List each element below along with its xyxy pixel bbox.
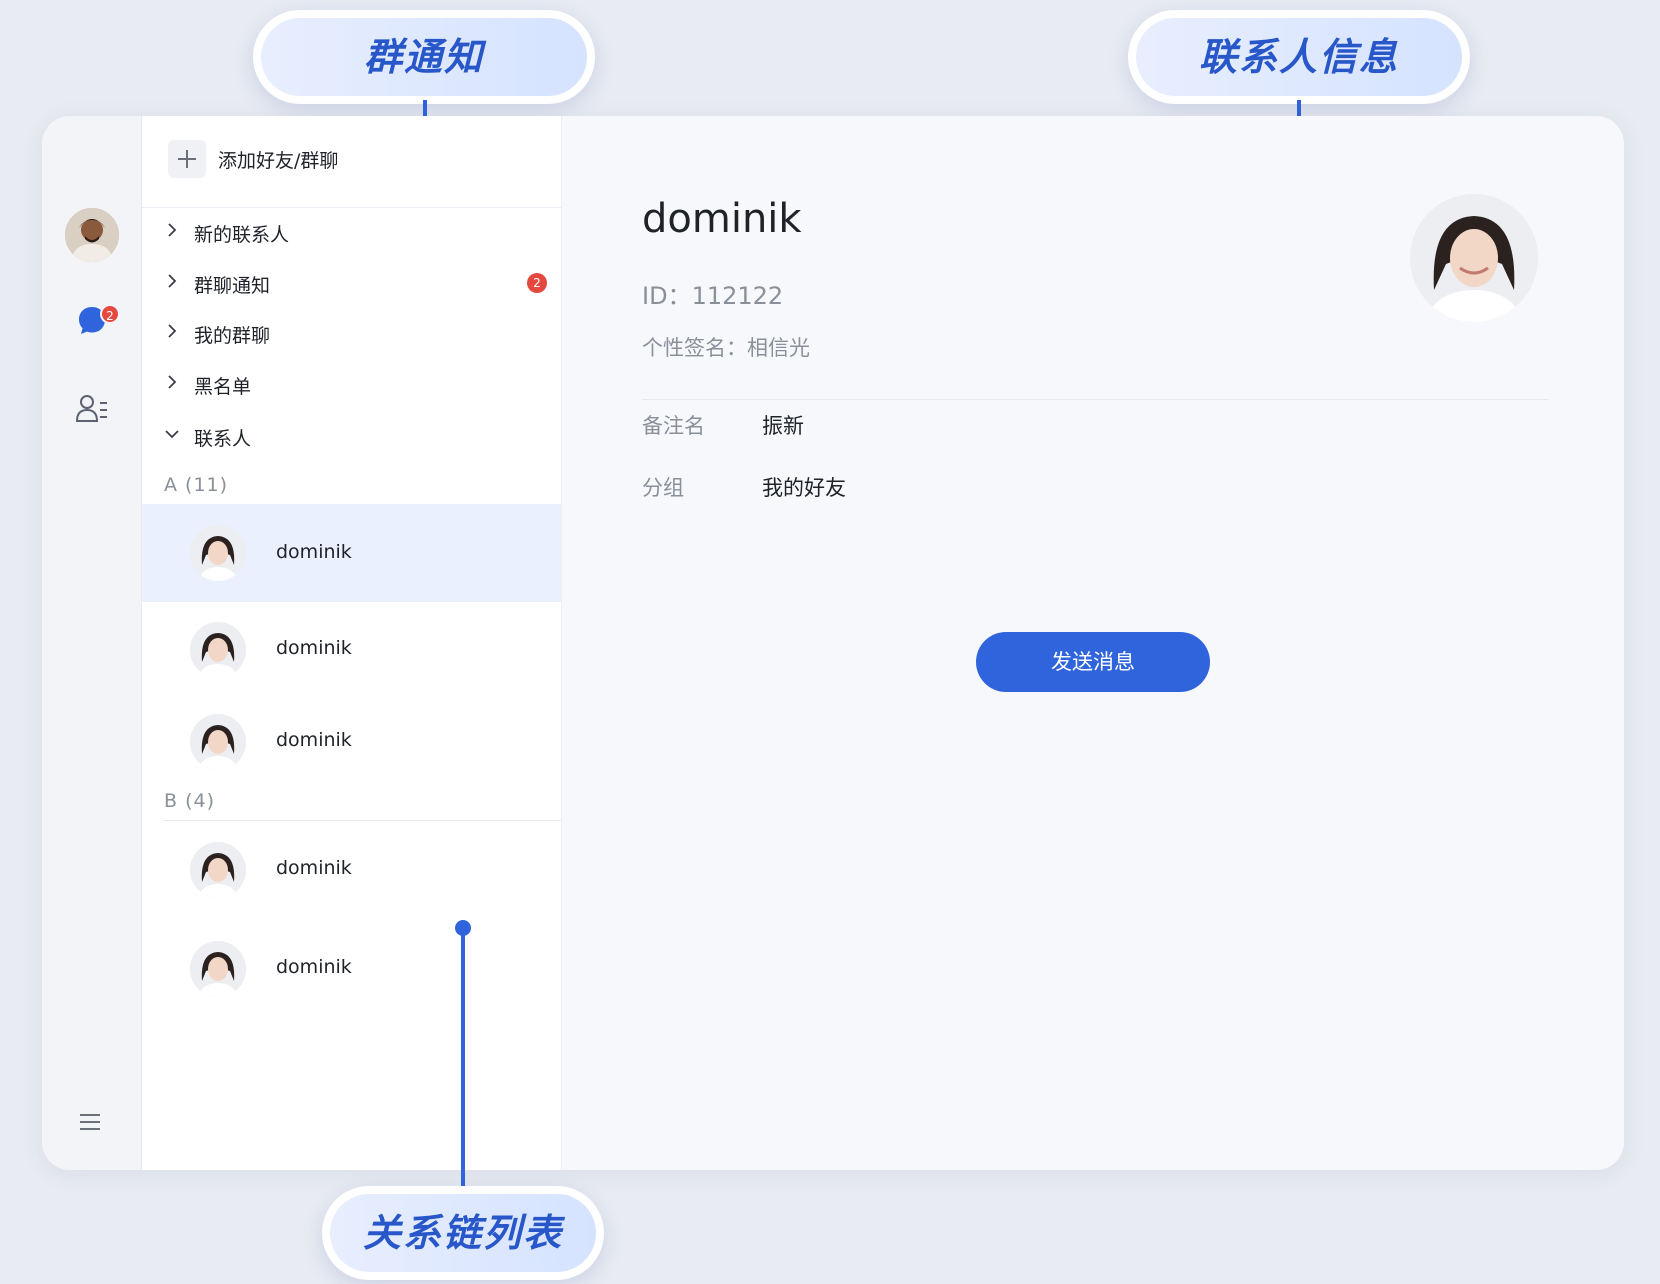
nav-rail: 2 — [42, 116, 142, 1170]
contact-name: dominik — [276, 956, 352, 978]
group-count: (11) — [185, 474, 229, 496]
contact-row[interactable]: dominik — [142, 822, 561, 918]
section-my-groups[interactable]: 我的群聊 — [142, 311, 561, 355]
group-header-a: A (11) — [164, 474, 228, 496]
relation-list-panel: 添加好友/群聊 新的联系人 群聊通知 2 我的群聊 黑名单 联系人 A (11) — [142, 116, 562, 1170]
contact-avatar — [190, 842, 246, 898]
add-friend-row[interactable]: 添加好友/群聊 — [142, 116, 561, 208]
app-window: 2 添加好友/群聊 新的联系人 群聊通知 2 我的群聊 黑名单 联系人 A (1… — [42, 116, 1624, 1170]
group-letter: B — [164, 790, 179, 812]
section-contacts[interactable]: 联系人 — [142, 414, 561, 458]
remark-label: 备注名 — [642, 414, 705, 438]
contact-detail-name: dominik — [642, 196, 802, 242]
id-value: 112122 — [691, 282, 784, 310]
annotation-relation-list-connector — [461, 928, 465, 1190]
contact-detail-id: ID：112122 — [642, 276, 783, 311]
send-message-button[interactable]: 发送消息 — [976, 632, 1210, 692]
contact-avatar — [190, 941, 246, 997]
section-label: 我的群聊 — [194, 325, 271, 347]
annotation-contact-info: 联系人信息 — [1128, 10, 1470, 104]
chevron-right-icon — [168, 324, 177, 338]
group-letter: A — [164, 474, 178, 496]
section-label: 群聊通知 — [194, 275, 271, 297]
contact-row[interactable]: dominik — [142, 694, 561, 790]
contact-name: dominik — [276, 637, 352, 659]
signature-value: 相信光 — [747, 336, 810, 360]
user-avatar-image — [65, 208, 119, 262]
plus-icon[interactable] — [168, 140, 206, 178]
divider — [164, 820, 561, 821]
chevron-right-icon — [168, 223, 177, 237]
menu-icon[interactable] — [78, 1110, 102, 1134]
unread-badge: 2 — [100, 304, 120, 324]
annotation-contact-info-label: 联系人信息 — [1136, 18, 1462, 96]
contact-name: dominik — [276, 729, 352, 751]
contact-name: dominik — [276, 541, 352, 563]
divider — [642, 399, 1548, 400]
annotation-relation-list: 关系链列表 — [322, 1186, 604, 1280]
contact-detail-avatar — [1410, 194, 1538, 322]
section-group-notice[interactable]: 群聊通知 2 — [142, 261, 561, 305]
contact-row[interactable]: dominik — [142, 921, 561, 1017]
group-notice-badge: 2 — [527, 273, 547, 293]
contact-row[interactable]: dominik — [142, 504, 561, 602]
group-count: (4) — [185, 790, 216, 812]
section-label: 联系人 — [194, 428, 252, 450]
chevron-right-icon — [168, 274, 177, 288]
section-label: 新的联系人 — [194, 224, 290, 246]
chevron-right-icon — [168, 375, 177, 389]
section-label: 黑名单 — [194, 376, 252, 398]
annotation-group-notice-label: 群通知 — [261, 18, 587, 96]
annotation-relation-list-label: 关系链列表 — [330, 1194, 596, 1272]
group-label: 分组 — [642, 476, 684, 500]
group-header-b: B (4) — [164, 790, 215, 812]
group-value[interactable]: 我的好友 — [762, 472, 846, 502]
user-avatar[interactable] — [65, 208, 119, 262]
id-label: ID： — [642, 282, 692, 310]
contact-avatar — [190, 714, 246, 770]
contact-avatar — [190, 622, 246, 678]
contact-row[interactable]: dominik — [142, 602, 561, 698]
annotation-group-notice: 群通知 — [253, 10, 595, 104]
contact-detail-panel: dominik ID：112122 个性签名：相信光 备注名 振新 分组 我的好… — [562, 116, 1624, 1170]
contact-detail-signature: 个性签名：相信光 — [642, 332, 810, 362]
section-new-contacts[interactable]: 新的联系人 — [142, 210, 561, 254]
remark-value[interactable]: 振新 — [762, 410, 804, 440]
add-friend-label: 添加好友/群聊 — [218, 150, 339, 172]
signature-label: 个性签名： — [642, 336, 747, 360]
contacts-icon[interactable] — [75, 391, 109, 425]
contact-name: dominik — [276, 857, 352, 879]
chevron-down-icon — [165, 430, 179, 439]
section-blacklist[interactable]: 黑名单 — [142, 362, 561, 406]
contact-avatar — [190, 525, 246, 581]
